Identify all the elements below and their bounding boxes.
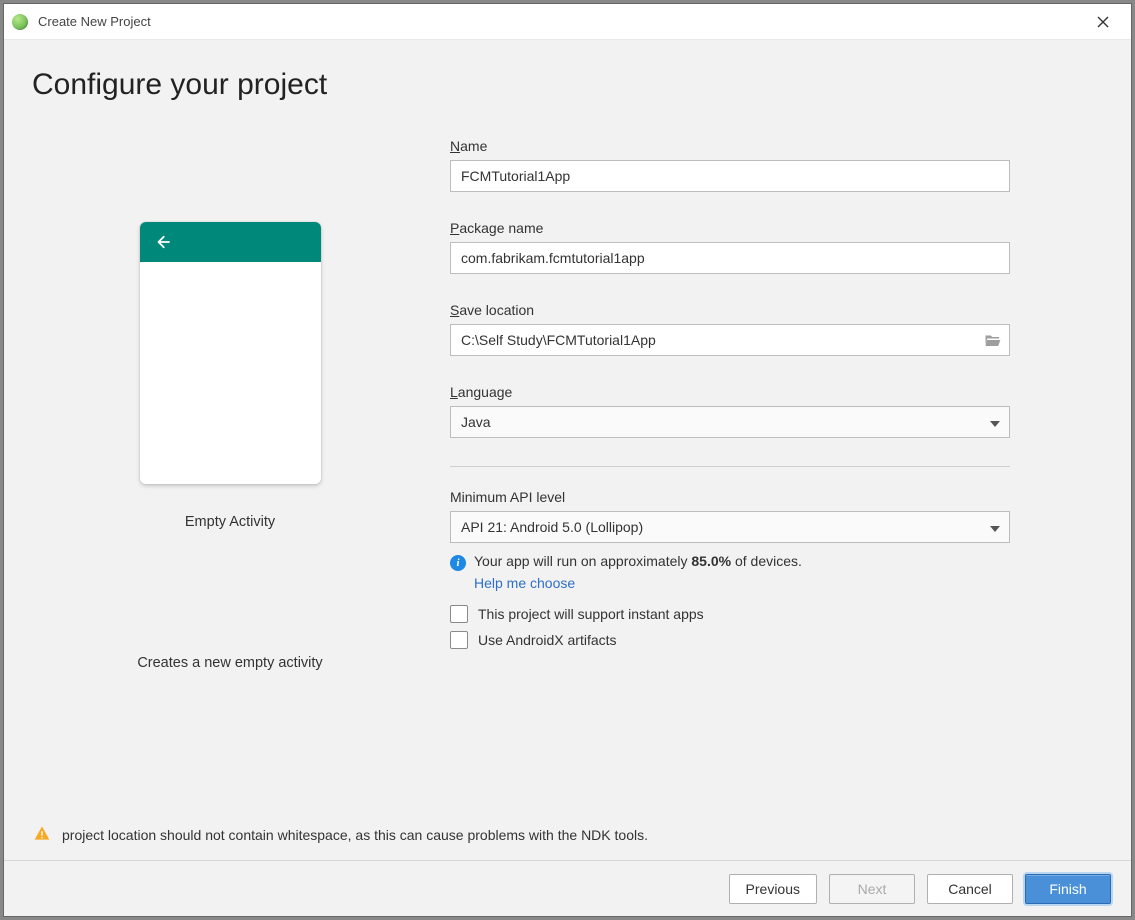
page-title: Configure your project: [32, 68, 1103, 102]
template-preview-column: Empty Activity Creates a new empty activ…: [30, 132, 430, 860]
api-info-text: Your app will run on approximately 85.0%…: [474, 553, 802, 569]
template-name: Empty Activity: [185, 514, 275, 530]
api-level-select[interactable]: API 21: Android 5.0 (Lollipop): [450, 511, 1010, 543]
label-save-location: Save location: [450, 302, 1010, 318]
browse-folder-button[interactable]: [982, 329, 1004, 351]
previous-button[interactable]: Previous: [729, 874, 817, 904]
android-studio-icon: [12, 14, 28, 30]
package-name-input[interactable]: [450, 242, 1010, 274]
warning-icon: [34, 825, 50, 844]
field-name: Name: [450, 138, 1010, 192]
androidx-checkbox[interactable]: Use AndroidX artifacts: [450, 631, 1010, 649]
androidx-label: Use AndroidX artifacts: [478, 632, 617, 648]
warning-row: project location should not contain whit…: [34, 825, 1101, 844]
info-icon: i: [450, 555, 466, 571]
label-language: Language: [450, 384, 1010, 400]
checkbox-icon: [450, 631, 468, 649]
folder-open-icon: [984, 333, 1002, 347]
finish-button[interactable]: Finish: [1025, 874, 1111, 904]
label-api-level: Minimum API level: [450, 489, 1010, 505]
instant-apps-checkbox[interactable]: This project will support instant apps: [450, 605, 1010, 623]
template-thumbnail: [140, 222, 321, 484]
checkbox-icon: [450, 605, 468, 623]
field-save-location: Save location: [450, 302, 1010, 356]
button-bar: Previous Next Cancel Finish: [4, 860, 1131, 916]
page-header: Configure your project: [4, 40, 1131, 112]
label-package: Package name: [450, 220, 1010, 236]
content-area: Configure your project Empty Activity Cr…: [4, 40, 1131, 916]
warning-text: project location should not contain whit…: [62, 827, 648, 843]
instant-apps-label: This project will support instant apps: [478, 606, 704, 622]
field-package: Package name: [450, 220, 1010, 274]
name-input[interactable]: [450, 160, 1010, 192]
next-button: Next: [829, 874, 915, 904]
api-info: i Your app will run on approximately 85.…: [450, 553, 1010, 591]
back-arrow-icon: [154, 233, 172, 251]
template-description: Creates a new empty activity: [137, 655, 322, 671]
separator: [450, 466, 1010, 467]
form-column: Name Package name Save location: [450, 132, 1010, 860]
field-api-level: Minimum API level API 21: Android 5.0 (L…: [450, 489, 1010, 649]
titlebar: Create New Project: [4, 4, 1131, 40]
cancel-button[interactable]: Cancel: [927, 874, 1013, 904]
window-title: Create New Project: [38, 14, 1083, 29]
field-language: Language Java: [450, 384, 1010, 438]
preview-appbar: [140, 222, 321, 262]
help-me-choose-link[interactable]: Help me choose: [474, 575, 802, 591]
close-icon: [1097, 16, 1109, 28]
close-button[interactable]: [1083, 4, 1123, 39]
body: Empty Activity Creates a new empty activ…: [4, 112, 1131, 860]
language-select[interactable]: Java: [450, 406, 1010, 438]
label-name: Name: [450, 138, 1010, 154]
wizard-window: Create New Project Configure your projec…: [3, 3, 1132, 917]
save-location-input[interactable]: [450, 324, 1010, 356]
